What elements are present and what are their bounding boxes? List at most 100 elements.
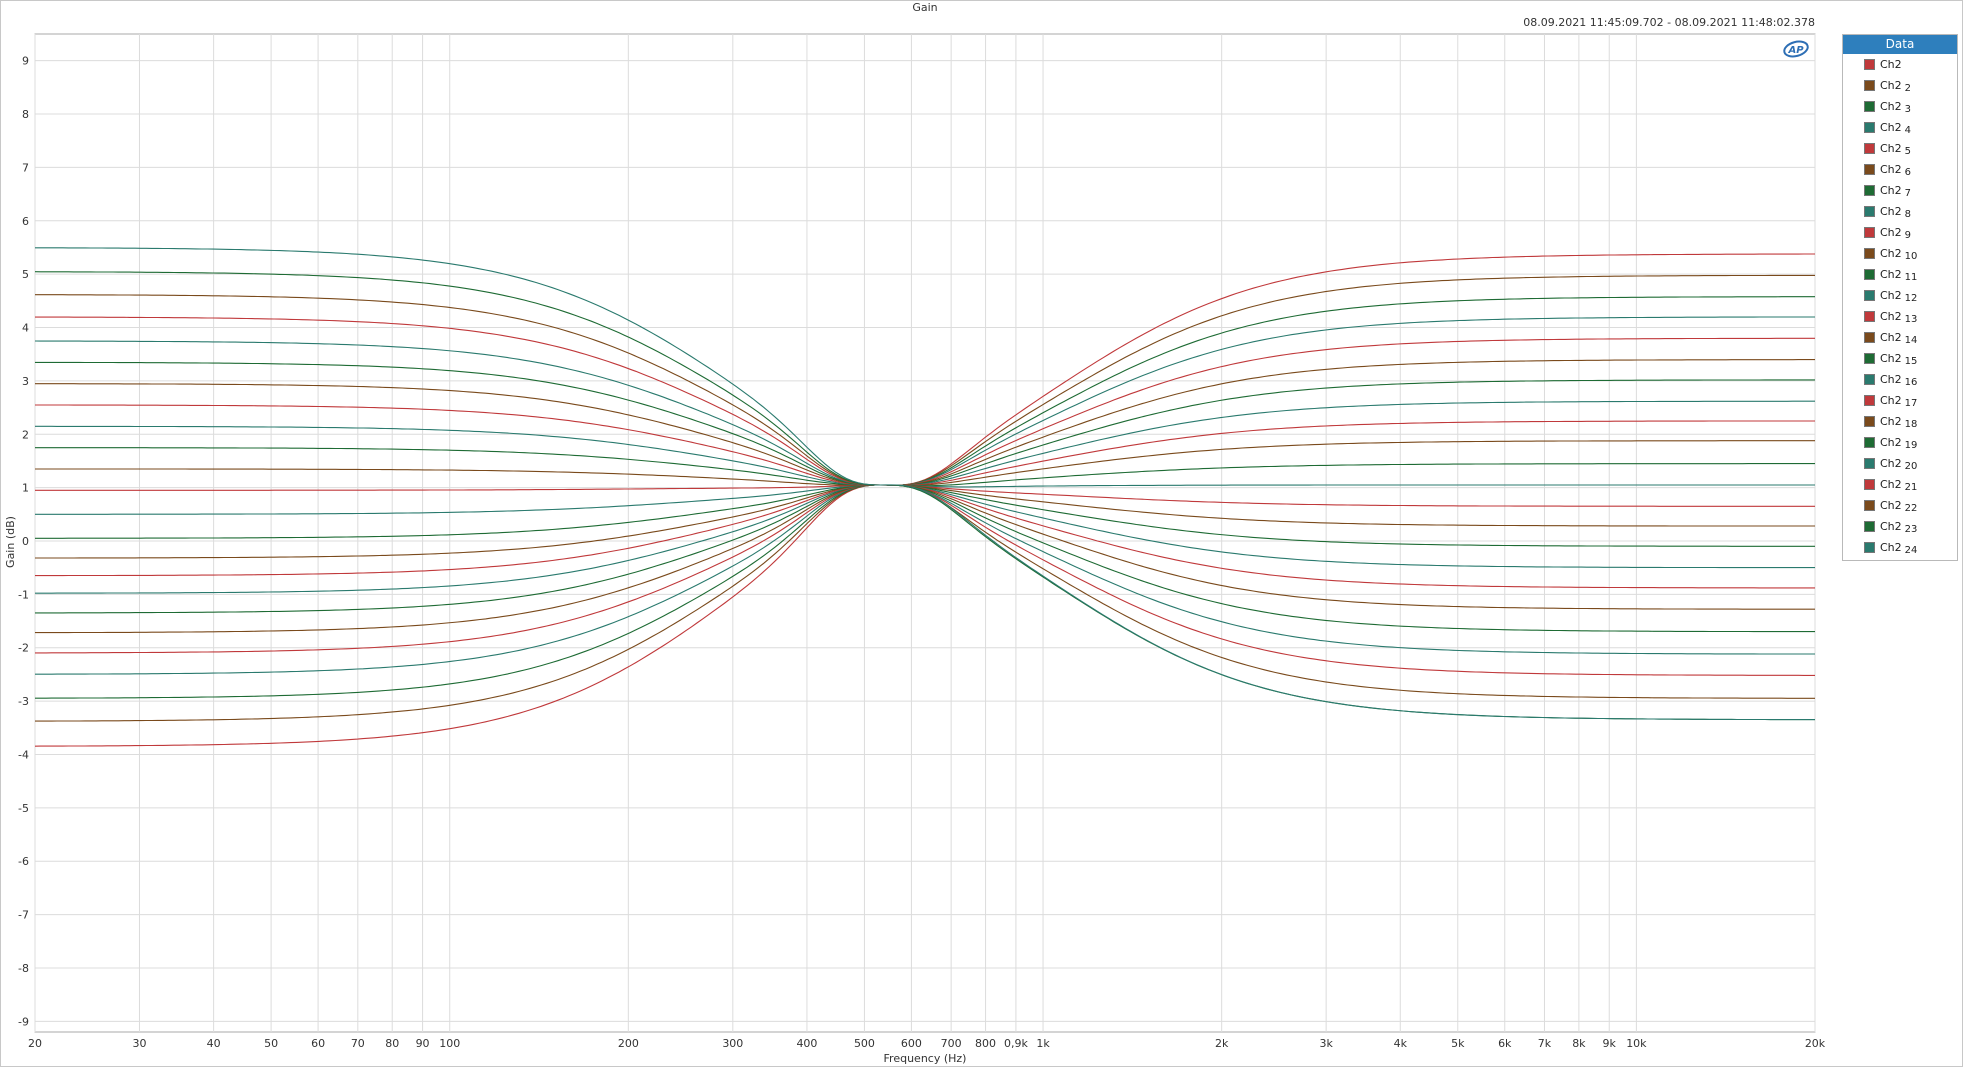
legend-swatch (1864, 205, 1875, 217)
chart-title: Gain (912, 1, 937, 14)
x-tick-label: 80 (385, 1037, 399, 1050)
y-tick-label: 7 (22, 161, 29, 174)
legend-swatch (1864, 163, 1875, 175)
y-tick-label: 5 (22, 268, 29, 281)
x-tick-label: 8k (1572, 1037, 1586, 1050)
legend-swatch (1864, 352, 1875, 364)
x-tick-label: 5k (1451, 1037, 1465, 1050)
legend-item: Ch2 14 (1864, 329, 1918, 346)
legend-series-name: Ch2 (1880, 477, 1902, 491)
legend-item: Ch2 6 (1864, 161, 1912, 178)
legend-series-index: 21 (1904, 481, 1918, 493)
legend-series-name: Ch2 (1880, 393, 1902, 407)
legend-label: Ch2 18 (1880, 414, 1918, 430)
legend-swatch (1864, 520, 1875, 532)
legend-label: Ch2 4 (1880, 121, 1911, 136)
legend-label: Ch2 6 (1880, 162, 1912, 178)
y-tick-label: 4 (22, 322, 29, 335)
x-tick-label: 2k (1215, 1037, 1229, 1050)
legend-swatch (1864, 541, 1875, 553)
legend-item: Ch2 15 (1864, 350, 1918, 367)
legend-series-name: Ch2 (1880, 141, 1902, 155)
x-tick-label: 60 (311, 1037, 325, 1050)
x-tick-label: 200 (618, 1037, 639, 1050)
x-tick-label: 700 (941, 1037, 962, 1050)
legend-swatch (1864, 331, 1875, 343)
legend-series-index: 14 (1904, 334, 1918, 346)
legend-series-name: Ch2 (1880, 267, 1902, 281)
legend-item: Ch2 (1864, 56, 1902, 72)
legend-item: Ch2 5 (1864, 140, 1912, 157)
x-axis-label: Frequency (Hz) (884, 1052, 967, 1065)
legend-label: Ch2 7 (1880, 184, 1911, 199)
legend-item: Ch2 21 (1864, 476, 1918, 493)
legend-swatch (1864, 79, 1875, 91)
y-tick-label: -4 (18, 748, 29, 761)
y-tick-label: 8 (22, 108, 29, 121)
grid (34, 33, 1816, 1033)
legend-swatch (1864, 247, 1875, 259)
legend-label: Ch2 21 (1880, 477, 1918, 493)
legend-swatch (1864, 373, 1875, 385)
legend-item: Ch2 12 (1864, 287, 1917, 304)
legend-series-index: 8 (1904, 208, 1912, 220)
legend-series-index: 15 (1904, 355, 1918, 367)
legend-series-index: 24 (1904, 544, 1918, 556)
x-tick-label: 1k (1036, 1037, 1050, 1050)
legend-item: Ch2 2 (1864, 77, 1912, 94)
legend-series-index: 18 (1904, 418, 1918, 430)
legend-series-index: 10 (1904, 250, 1918, 262)
legend-swatch (1864, 58, 1875, 70)
legend-swatch (1864, 436, 1875, 448)
legend-item: Ch2 3 (1864, 98, 1911, 115)
legend-series-name: Ch2 (1880, 414, 1902, 428)
legend-series-index: 13 (1904, 313, 1918, 325)
legend-series-index: 5 (1904, 145, 1912, 157)
x-tick-label: 20 (28, 1037, 42, 1050)
legend-series-name: Ch2 (1880, 519, 1902, 533)
legend-swatch (1864, 394, 1875, 406)
x-tick-label: 500 (854, 1037, 875, 1050)
y-tick-label: 1 (22, 482, 29, 495)
legend-series-index: 11 (1904, 271, 1918, 283)
legend-swatch (1864, 310, 1875, 322)
legend-series-index: 2 (1904, 82, 1912, 94)
legend-series-name: Ch2 (1880, 57, 1902, 71)
legend-swatch (1864, 268, 1875, 280)
y-tick-label: 2 (22, 428, 29, 441)
y-tick-label: 9 (22, 55, 29, 68)
y-tick-label: -8 (18, 962, 29, 975)
legend-series-index: 19 (1904, 439, 1918, 451)
legend-title: Data (1843, 35, 1957, 54)
legend-swatch (1864, 415, 1875, 427)
legend-series-index: 23 (1904, 523, 1918, 535)
legend-series-name: Ch2 (1880, 372, 1902, 386)
x-tick-label: 3k (1319, 1037, 1333, 1050)
legend-label: Ch2 8 (1880, 205, 1912, 220)
legend-label: Ch2 10 (1880, 246, 1918, 262)
y-tick-label: 3 (22, 375, 29, 388)
legend-series-index: 16 (1904, 376, 1918, 388)
y-tick-label: -5 (18, 802, 29, 815)
gain-chart: Gain 08.09.2021 11:45:09.702 - 08.09.202… (0, 0, 1963, 1067)
x-tick-label: 70 (351, 1037, 365, 1050)
legend-item: Ch2 20 (1864, 455, 1917, 472)
legend-series-name: Ch2 (1880, 99, 1902, 113)
legend-item: Ch2 4 (1864, 119, 1911, 136)
x-tick-label: 100 (439, 1037, 460, 1050)
legend-series-index: 6 (1904, 166, 1912, 178)
x-tick-label: 6k (1498, 1037, 1512, 1050)
legend-swatch (1864, 142, 1875, 154)
legend-series-name: Ch2 (1880, 351, 1902, 365)
legend-series-name: Ch2 (1880, 540, 1902, 554)
legend-series-name: Ch2 (1880, 498, 1902, 512)
x-tick-label: 600 (901, 1037, 922, 1050)
legend-label: Ch2 16 (1880, 372, 1918, 388)
legend: Data Ch2 Ch2 2 Ch2 3 Ch2 4 Ch2 5 Ch2 6 Ch2 7 Ch2 8 Ch2 9… (1842, 34, 1958, 561)
legend-series-index: 9 (1904, 229, 1912, 241)
legend-series-name: Ch2 (1880, 162, 1902, 176)
legend-series-name: Ch2 (1880, 246, 1902, 260)
legend-item: Ch2 22 (1864, 497, 1917, 514)
legend-swatch (1864, 121, 1875, 133)
legend-swatch (1864, 100, 1875, 112)
